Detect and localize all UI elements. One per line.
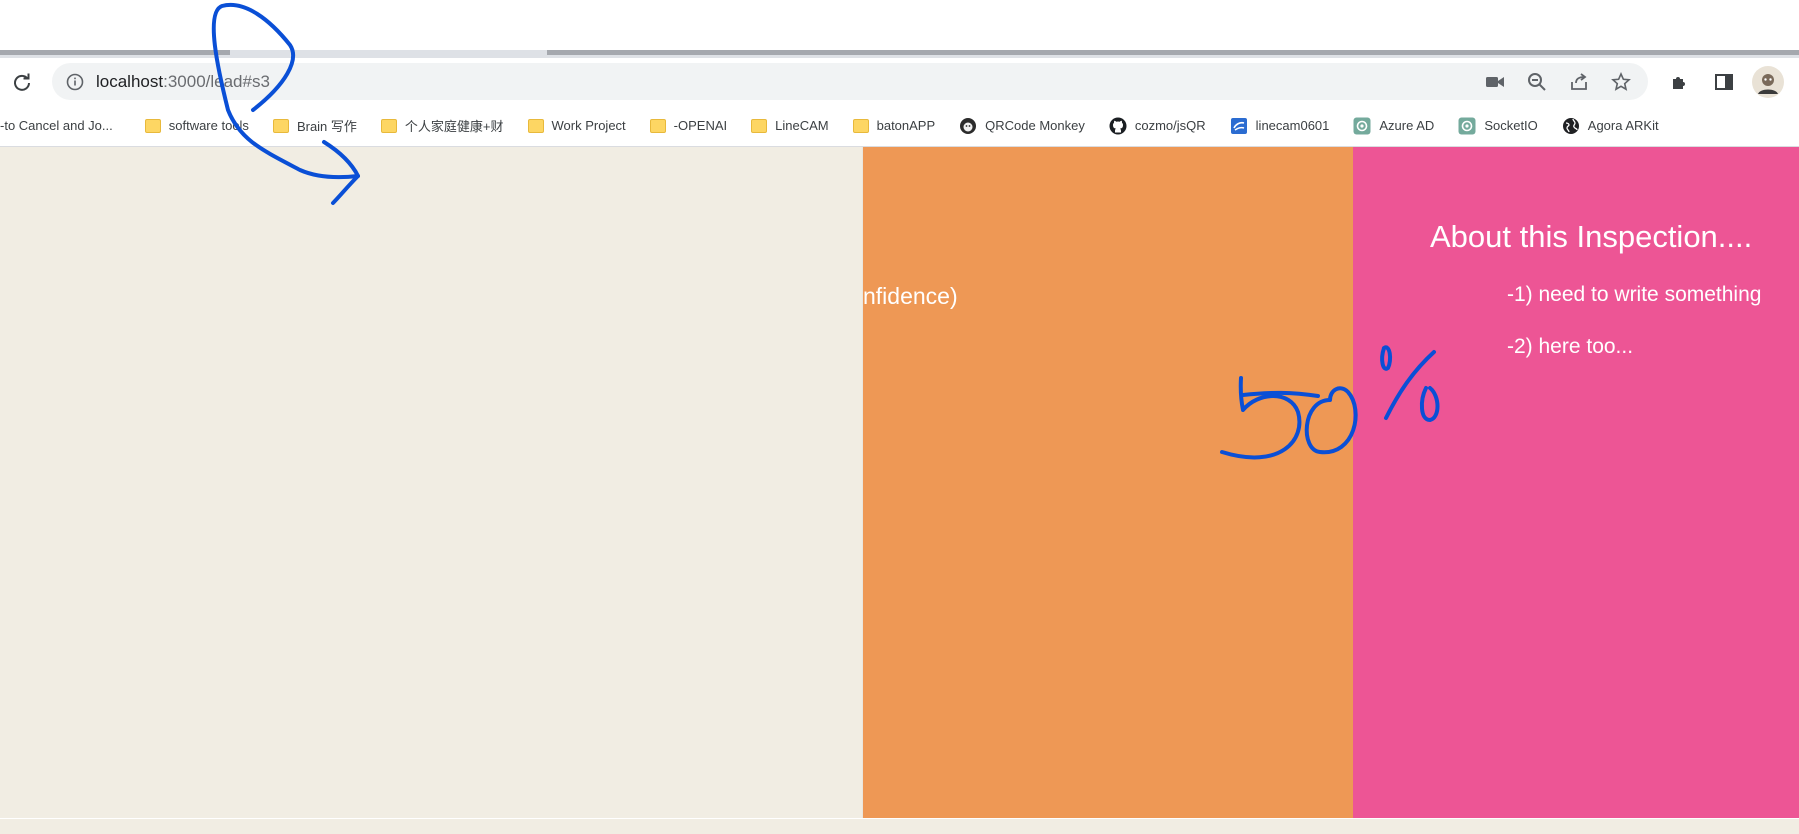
bookmark-label: SocketIO [1484, 118, 1538, 133]
bookmark-label: -OPENAI [673, 118, 728, 133]
page-content: nfidence) About this Inspection.... -1) … [0, 147, 1799, 834]
share-icon[interactable] [1566, 69, 1592, 95]
star-icon[interactable] [1608, 69, 1634, 95]
inspection-note-1: -1) need to write something [1507, 283, 1762, 306]
bookmark-label: LineCAM [775, 118, 829, 133]
bookmark-label: cozmo/jsQR [1134, 118, 1206, 133]
bookmark-folder[interactable]: -OPENAI [649, 118, 728, 133]
bookmarks-bar: -to Cancel and Jo... software tools Brai… [0, 105, 1799, 147]
bookmark-link[interactable]: linecam0601 [1230, 117, 1330, 135]
monkey-icon [959, 117, 977, 135]
bookmark-link[interactable]: QRCode Monkey [959, 117, 1085, 135]
bookmark-folder[interactable]: Work Project [527, 118, 626, 133]
window-top [0, 0, 1799, 50]
bottom-strip [0, 818, 1799, 834]
bookmark-link[interactable]: cozmo/jsQR [1109, 117, 1206, 135]
side-panel-icon[interactable] [1708, 66, 1740, 98]
bookmark-label: Agora ARKit [1587, 118, 1659, 133]
profile-avatar[interactable] [1752, 66, 1784, 98]
camera-icon[interactable] [1482, 69, 1508, 95]
bookmark-label: QRCode Monkey [985, 118, 1085, 133]
url-text[interactable]: localhost:3000/lead#s3 [96, 72, 270, 92]
bookmark-link[interactable]: Azure AD [1353, 117, 1434, 135]
github-icon [1109, 117, 1127, 135]
bookmark-folder[interactable]: Brain 写作 [272, 116, 357, 135]
bookmark-folder[interactable]: software tools [144, 118, 249, 133]
openai-icon [1458, 117, 1476, 135]
bookmark-link[interactable]: SocketIO [1458, 117, 1538, 135]
openai-icon [1353, 117, 1371, 135]
bookmark-label: Work Project [551, 118, 626, 133]
bookmark-label: Brain 写作 [296, 119, 357, 134]
panel-middle [863, 147, 1353, 818]
bookmark-item[interactable]: -to Cancel and Jo... [0, 118, 113, 133]
folder-icon [852, 118, 869, 133]
bookmark-folder[interactable]: batonAPP [852, 118, 936, 133]
folder-icon [380, 118, 397, 133]
tab-strip [0, 50, 1799, 58]
orange-panel-text: nfidence) [863, 283, 958, 309]
inspection-title: About this Inspection.... [1430, 219, 1753, 254]
bookmark-label: linecam0601 [1255, 118, 1330, 133]
bookmark-folder[interactable]: LineCAM [751, 118, 829, 133]
folder-icon [144, 118, 161, 133]
browser-toolbar: localhost:3000/lead#s3 [0, 58, 1799, 105]
url-path: :3000/lead#s3 [163, 72, 270, 91]
folder-icon [649, 118, 666, 133]
address-bar[interactable]: localhost:3000/lead#s3 [52, 63, 1648, 100]
panel-left [0, 147, 862, 818]
bookmark-label: batonAPP [876, 118, 936, 133]
bookmark-label: software tools [168, 118, 249, 133]
inspection-note-2: -2) here too... [1507, 335, 1634, 358]
bookmark-label: 个人家庭健康+财 [404, 119, 504, 134]
folder-icon [751, 118, 768, 133]
info-icon[interactable] [64, 71, 86, 93]
zoom-out-icon[interactable] [1524, 69, 1550, 95]
folder-icon [527, 118, 544, 133]
bookmark-link[interactable]: Agora ARKit [1562, 117, 1659, 135]
tab-strip-edge-left [0, 50, 230, 55]
puzzle-icon[interactable] [1664, 66, 1696, 98]
folder-icon [272, 118, 289, 133]
bookmark-folder[interactable]: 个人家庭健康+财 [380, 116, 504, 135]
globe-icon [1562, 117, 1580, 135]
bookmark-label: -to Cancel and Jo... [0, 118, 113, 133]
bookmark-label: Azure AD [1379, 118, 1435, 133]
tab-strip-edge-right [547, 50, 1799, 55]
url-host: localhost [96, 72, 164, 91]
reload-icon[interactable] [8, 68, 36, 96]
app-icon [1230, 117, 1248, 135]
